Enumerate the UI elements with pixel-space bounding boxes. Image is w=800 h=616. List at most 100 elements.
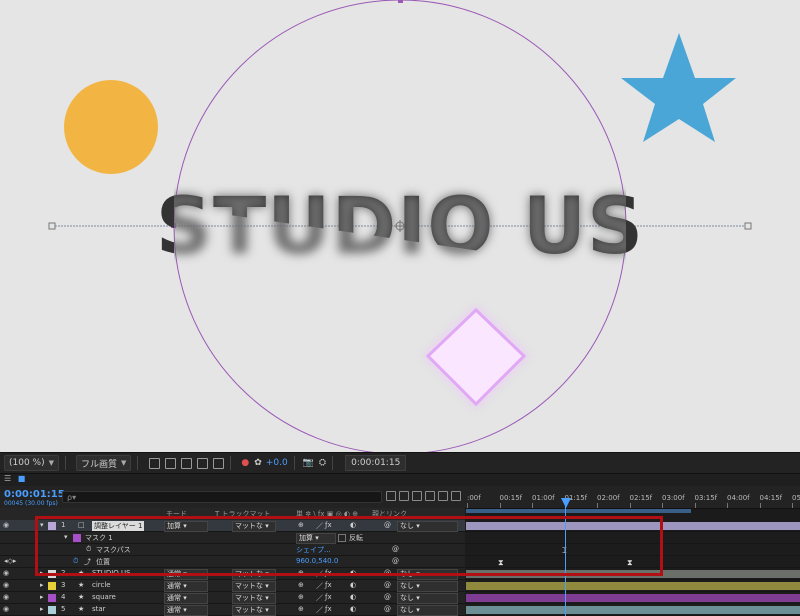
layer-row[interactable]: ◉ ▸ 5 ★ star 通常 ▾ マットな ▾ ⊕ ／ ƒx ◐ @ なし ▾ xyxy=(0,604,800,616)
transparency-grid-icon[interactable] xyxy=(165,457,177,469)
zoom-dropdown[interactable]: (100 %) ▼ xyxy=(4,455,60,471)
parent-dropdown[interactable]: なし ▾ xyxy=(397,521,458,532)
current-time-indicator-handle[interactable] xyxy=(561,498,571,508)
motion-blur-icon[interactable] xyxy=(438,491,448,501)
color-channel-icon[interactable]: ● xyxy=(241,458,249,468)
blue-star-shape[interactable] xyxy=(621,33,736,142)
track-matte-dropdown[interactable]: マットな ▾ xyxy=(232,593,276,604)
layer-name[interactable]: star xyxy=(92,605,106,613)
adjustment-layer-switch-icon[interactable]: ◐ xyxy=(350,521,356,529)
parent-pickwhip-icon[interactable]: @ xyxy=(384,593,391,601)
adjustment-layer-switch-icon[interactable]: ◐ xyxy=(350,569,356,577)
mask-handle-top[interactable] xyxy=(398,0,403,3)
layer-track[interactable] xyxy=(465,568,800,580)
collapse-switch-icon[interactable]: ⊕ xyxy=(298,581,304,589)
collapse-switch-icon[interactable]: ⊕ xyxy=(298,569,304,577)
graph-icon[interactable]: ⤴ xyxy=(84,557,91,567)
keyframe-marker[interactable]: ⧗ xyxy=(627,558,633,568)
layer-track[interactable]: ⌶ xyxy=(465,544,800,556)
disclosure-triangle-icon[interactable]: ▾ xyxy=(64,533,68,541)
pink-diamond-shape[interactable] xyxy=(425,307,527,407)
collapse-switch-icon[interactable]: ⊕ xyxy=(298,605,304,613)
track-matte-dropdown[interactable]: マットな ▾ xyxy=(232,605,276,616)
snapshot-camera-icon[interactable]: 📷 xyxy=(303,458,314,468)
column-mode[interactable]: モード xyxy=(166,509,187,519)
quality-switch-icon[interactable]: ／ xyxy=(316,593,323,603)
eye-icon[interactable]: ◉ xyxy=(3,569,9,577)
fast-preview-icon[interactable] xyxy=(149,457,161,469)
effects-switch-icon[interactable]: ƒx xyxy=(325,581,332,589)
quality-switch-icon[interactable]: ／ xyxy=(316,521,323,531)
layer-track[interactable] xyxy=(465,604,800,616)
blend-mode-dropdown[interactable]: 通常 ▾ xyxy=(164,569,208,580)
position-value[interactable]: 960.0,540.0 xyxy=(296,557,338,565)
layer-track[interactable] xyxy=(465,520,800,532)
blend-mode-dropdown[interactable]: 加算 ▾ xyxy=(164,521,208,532)
panel-menu-icon[interactable]: ☰ xyxy=(4,474,11,483)
layer-duration-bar[interactable] xyxy=(466,570,800,578)
layer-name[interactable]: circle xyxy=(92,581,111,589)
resolution-dropdown[interactable]: フル画質 ▼ xyxy=(76,455,132,471)
layer-track[interactable] xyxy=(465,592,800,604)
layer-duration-bar[interactable] xyxy=(466,606,800,614)
adjustment-layer-switch-icon[interactable]: ◐ xyxy=(350,593,356,601)
composition-viewer[interactable]: STUDIO US STUDIO US xyxy=(0,0,800,452)
layer-name[interactable]: square xyxy=(92,593,116,601)
exposure-value[interactable]: +0.0 xyxy=(266,458,288,468)
eye-icon[interactable]: ◉ xyxy=(3,593,9,601)
keyframe-navigator-icon[interactable]: ◂◇▸ xyxy=(4,557,16,565)
color-management-icon[interactable]: ✿ xyxy=(254,458,262,468)
label-color-swatch[interactable] xyxy=(48,594,56,602)
stopwatch-icon[interactable]: ⏱ xyxy=(86,545,91,554)
quality-switch-icon[interactable]: ／ xyxy=(316,569,323,579)
inverted-checkbox[interactable] xyxy=(338,534,346,542)
disclosure-triangle-icon[interactable]: ▾ xyxy=(40,521,44,529)
parent-dropdown[interactable]: なし ▾ xyxy=(397,593,458,604)
disclosure-triangle-icon[interactable]: ▸ xyxy=(40,569,44,577)
property-row[interactable]: ◂◇▸ ⏱ ⤴ 位置 960.0,540.0 @ ⧗ ⧗ xyxy=(0,556,800,568)
parent-pickwhip-icon[interactable]: @ xyxy=(384,521,391,529)
expression-pickwhip-icon[interactable]: @ xyxy=(392,545,399,553)
parent-dropdown[interactable]: なし ▾ xyxy=(397,605,458,616)
layer-search-input[interactable]: ρ▾ xyxy=(62,491,382,503)
label-color-swatch[interactable] xyxy=(48,570,56,578)
grid-guides-icon[interactable] xyxy=(213,457,225,469)
column-track-matte[interactable]: T トラックマット xyxy=(215,509,271,519)
parent-dropdown[interactable]: なし ▾ xyxy=(397,569,458,580)
disclosure-triangle-icon[interactable]: ▸ xyxy=(40,581,44,589)
track-matte-dropdown[interactable]: マットな ▾ xyxy=(232,581,276,592)
property-row[interactable]: ⏱ マスクパス シェイプ... @ ⌶ xyxy=(0,544,800,556)
quality-switch-icon[interactable]: ／ xyxy=(316,605,323,615)
work-area-bar[interactable] xyxy=(466,509,691,513)
blend-mode-dropdown[interactable]: 通常 ▾ xyxy=(164,581,208,592)
orange-circle-shape[interactable] xyxy=(64,80,158,174)
effects-switch-icon[interactable]: ƒx xyxy=(325,569,332,577)
label-color-swatch[interactable] xyxy=(48,522,56,530)
region-of-interest-icon[interactable] xyxy=(197,457,209,469)
mask-path-value[interactable]: シェイプ... xyxy=(296,545,331,555)
current-time-display[interactable]: 0:00:01:15 xyxy=(4,489,65,500)
disclosure-triangle-icon[interactable]: ▸ xyxy=(40,593,44,601)
composition-mini-flowchart-icon[interactable] xyxy=(386,491,396,501)
track-matte-dropdown[interactable]: マットな ▾ xyxy=(232,521,276,532)
adjustment-layer-switch-icon[interactable]: ◐ xyxy=(350,581,356,589)
collapse-switch-icon[interactable]: ⊕ xyxy=(298,593,304,601)
column-parent[interactable]: 親とリンク xyxy=(372,509,407,519)
tab-indicator-icon[interactable]: ■ xyxy=(18,474,26,483)
keyframe-marker[interactable]: ⧗ xyxy=(498,558,504,568)
mask-color-swatch[interactable] xyxy=(73,534,81,542)
collapse-switch-icon[interactable]: ⊕ xyxy=(298,521,304,529)
parent-pickwhip-icon[interactable]: @ xyxy=(384,605,391,613)
label-color-swatch[interactable] xyxy=(48,606,56,614)
quality-switch-icon[interactable]: ／ xyxy=(316,581,323,591)
parent-pickwhip-icon[interactable]: @ xyxy=(384,569,391,577)
blend-mode-dropdown[interactable]: 通常 ▾ xyxy=(164,593,208,604)
viewer-timecode[interactable]: 0:00:01:15 xyxy=(345,455,407,471)
hide-shy-layers-icon[interactable] xyxy=(412,491,422,501)
mask-mode-dropdown[interactable]: 加算 ▾ xyxy=(296,533,336,544)
layer-name[interactable]: 調整レイヤー 1 xyxy=(92,521,145,531)
layer-name[interactable]: STUDIO US xyxy=(92,569,131,577)
mask-name[interactable]: マスク 1 xyxy=(85,533,113,543)
layer-row[interactable]: ◉ ▾ 1 □ 調整レイヤー 1 加算 ▾ マットな ▾ ⊕ ／ ƒx ◐ @ なし ▾ xyxy=(0,520,800,532)
layer-row[interactable]: ◉ ▸ 4 ★ square 通常 ▾ マットな ▾ ⊕ ／ ƒx ◐ @ なし ▾ xyxy=(0,592,800,604)
